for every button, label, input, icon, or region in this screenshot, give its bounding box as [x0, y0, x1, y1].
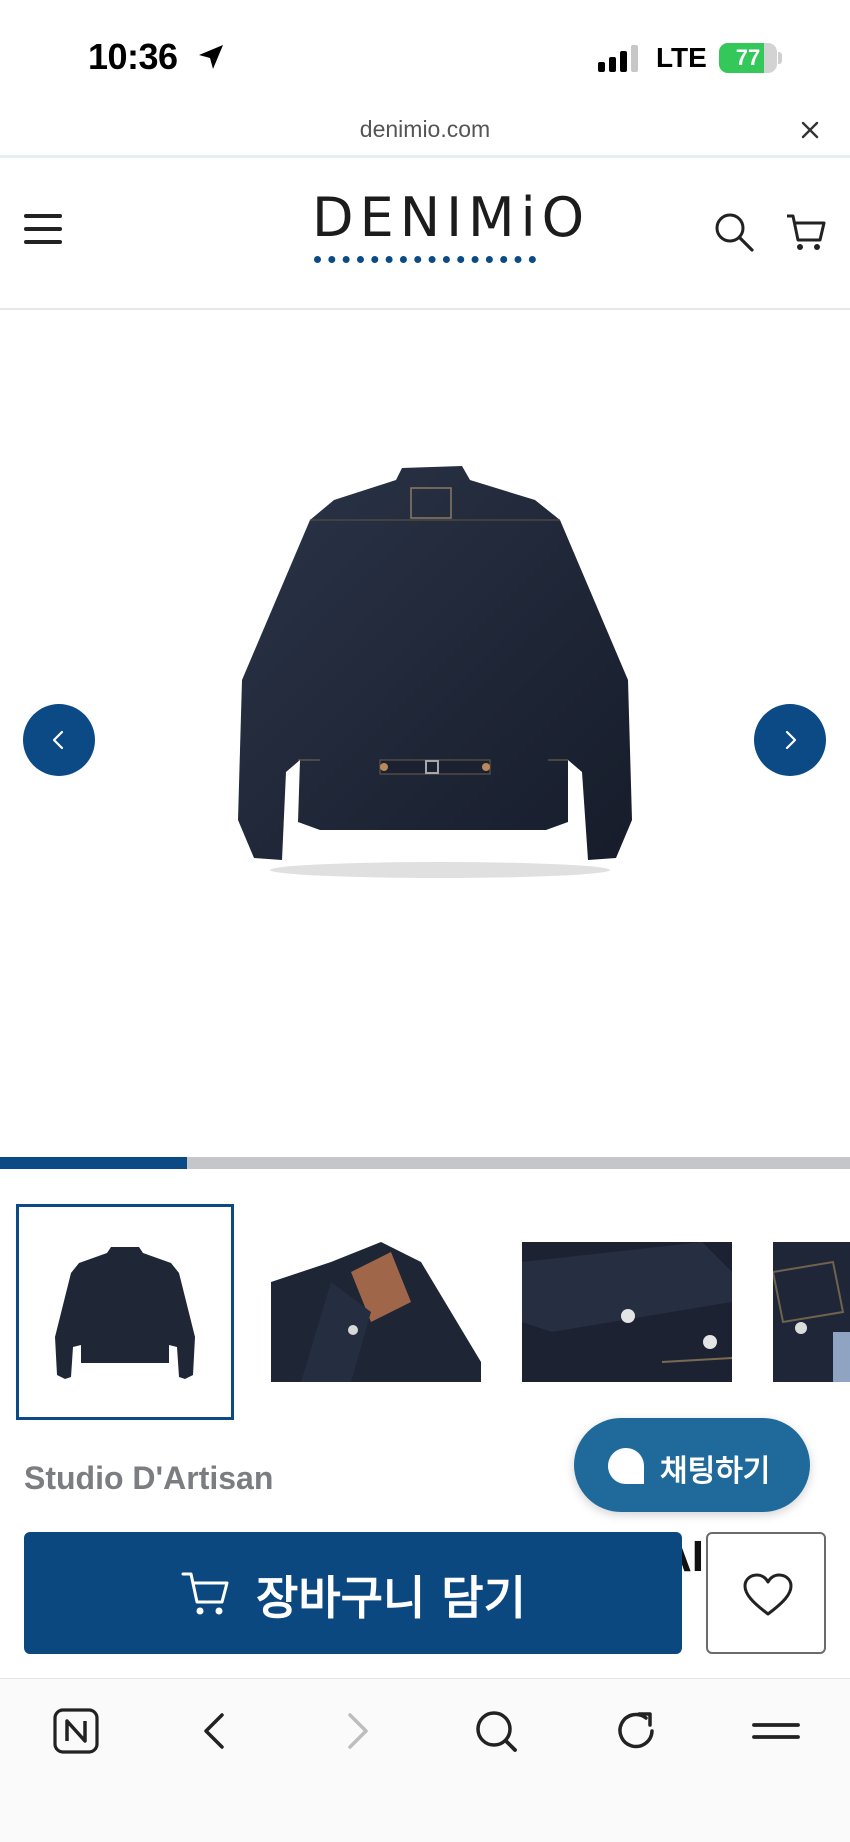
product-brand[interactable]: Studio D'Artisan — [24, 1460, 273, 1497]
battery-icon: 77 — [719, 43, 777, 73]
back-icon[interactable] — [188, 1703, 244, 1759]
status-time: 10:36 — [88, 36, 178, 77]
gallery-progress-bar — [0, 1157, 850, 1169]
forward-icon[interactable] — [328, 1703, 384, 1759]
cart-icon — [181, 1572, 229, 1615]
chat-button[interactable]: 채팅하기 — [574, 1418, 810, 1512]
url-text[interactable]: denimio.com — [0, 116, 850, 143]
search-icon[interactable] — [468, 1703, 524, 1759]
cart-icon[interactable] — [784, 210, 828, 254]
thumbnail-collar-detail — [271, 1242, 481, 1382]
location-arrow-icon — [196, 42, 226, 77]
logo-underline — [314, 256, 536, 264]
add-to-cart-label: 장바구니 담기 — [256, 1571, 526, 1625]
thumbnail-3[interactable] — [522, 1242, 732, 1382]
add-to-cart-button[interactable]: 장바구니 담기 — [24, 1532, 682, 1654]
gallery-next-button[interactable] — [754, 704, 826, 776]
status-bar: 10:36 LTE 77 — [0, 0, 850, 112]
battery-cap — [778, 52, 782, 64]
site-header: DENIMiO — [0, 158, 850, 310]
naver-home-icon[interactable] — [48, 1703, 104, 1759]
product-gallery[interactable] — [0, 310, 850, 1160]
thumbnail-pocket-detail — [773, 1242, 850, 1382]
signal-bars-icon — [598, 44, 642, 72]
battery-percent: 77 — [735, 45, 761, 70]
browser-toolbar — [0, 1678, 850, 1842]
chat-button-label: 채팅하기 — [660, 1454, 771, 1489]
site-logo[interactable]: DENIMiO — [312, 186, 591, 276]
menu-icon[interactable] — [748, 1703, 804, 1759]
reload-icon[interactable] — [608, 1703, 664, 1759]
gallery-progress-fill — [0, 1157, 187, 1169]
product-image-jacket-back — [238, 466, 632, 878]
wishlist-button[interactable] — [706, 1532, 826, 1654]
thumbnail-strip[interactable] — [0, 1204, 850, 1420]
thumbnail-jacket-back — [55, 1247, 195, 1379]
search-icon[interactable] — [712, 210, 756, 254]
chat-bubble-icon — [608, 1448, 644, 1484]
logo-text: DENIMiO — [312, 186, 591, 249]
chevron-left-icon — [52, 730, 64, 750]
thumbnail-2[interactable] — [271, 1242, 481, 1382]
gallery-prev-button[interactable] — [23, 704, 95, 776]
heart-icon — [743, 1573, 793, 1616]
network-type: LTE — [656, 42, 707, 73]
chevron-right-icon — [785, 730, 797, 750]
hamburger-menu-icon[interactable] — [24, 212, 64, 246]
thumbnail-1[interactable] — [16, 1204, 234, 1420]
thumbnail-cuff-detail — [522, 1242, 732, 1382]
close-icon[interactable] — [798, 118, 822, 142]
thumbnail-4[interactable] — [773, 1242, 850, 1382]
address-bar[interactable]: denimio.com — [0, 112, 850, 156]
